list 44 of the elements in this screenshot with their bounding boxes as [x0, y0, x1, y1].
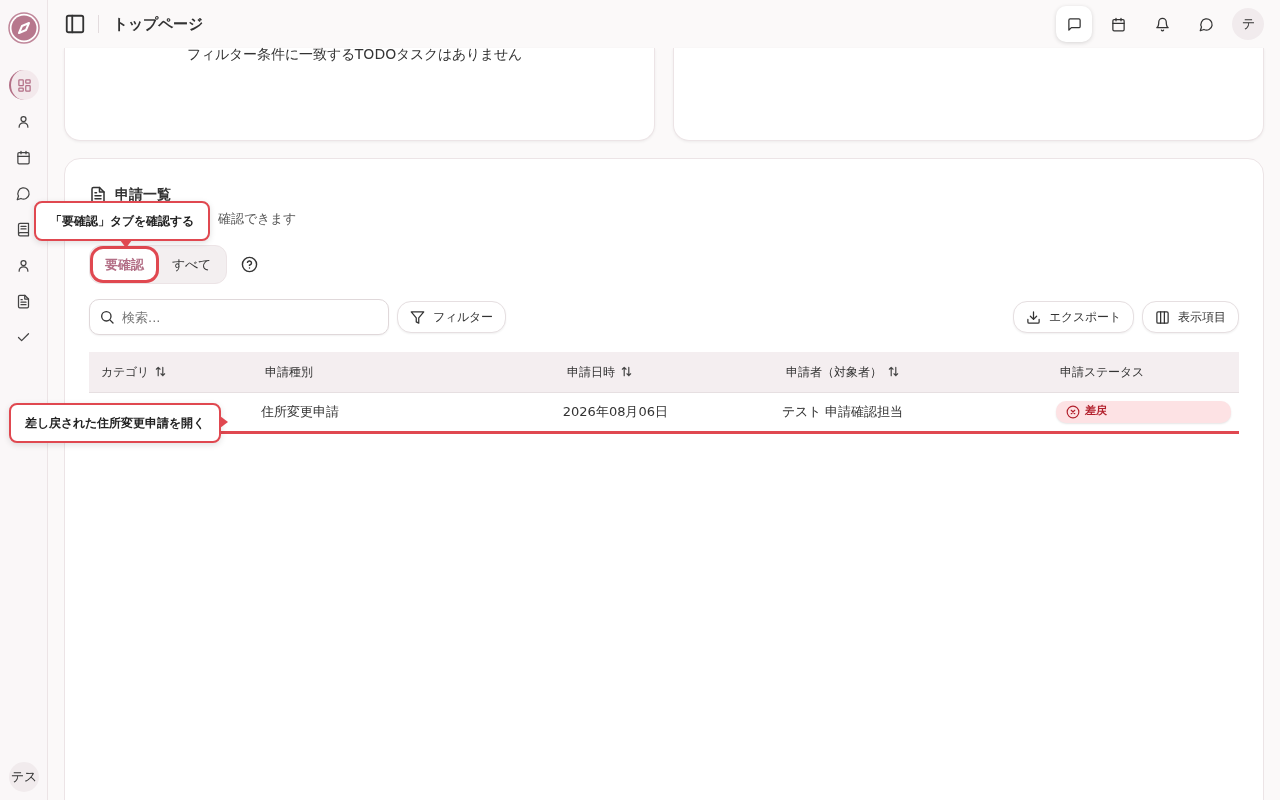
column-header[interactable]: 申請者（対象者） [786, 362, 883, 381]
columns-icon [1155, 309, 1170, 325]
status-badge: 差戻 [1055, 400, 1231, 423]
calendar-icon [1110, 16, 1126, 32]
chat-bubble-icon [16, 185, 31, 201]
page-title: トップページ [113, 13, 203, 35]
column-header: 申請種別 [265, 363, 314, 381]
column-header[interactable]: 申請日時 [566, 362, 615, 381]
bell-icon [1154, 16, 1170, 32]
table-cell: 住所変更申請 [261, 403, 340, 419]
column-header: 申請ステータス [1059, 363, 1144, 381]
sort-icon[interactable] [620, 366, 632, 378]
section-subtitle: 確認できます [218, 211, 296, 226]
sort-icon[interactable] [888, 366, 900, 378]
columns-button[interactable]: 表示項目 [1142, 301, 1239, 333]
filter-icon [410, 309, 425, 325]
chat-bubble-icon [1198, 16, 1214, 32]
grid-icon [17, 77, 32, 93]
compass-logo[interactable] [7, 12, 40, 44]
filter-button[interactable]: フィルター [397, 301, 506, 333]
book-icon [16, 221, 31, 237]
table-cell: テスト 申請確認担当 [782, 403, 904, 419]
document-icon [16, 293, 31, 309]
tooltip-text: 差し戻された住所変更申請を開く [24, 415, 206, 432]
column-header[interactable]: カテゴリ [101, 362, 149, 381]
help-icon[interactable] [241, 255, 258, 273]
filter-tab[interactable]: すべて [160, 248, 223, 280]
message-icon [1066, 16, 1082, 32]
export-button[interactable]: エクスポート [1013, 301, 1134, 333]
header-action-button[interactable] [1056, 6, 1092, 42]
document-icon [89, 185, 107, 204]
user-avatar[interactable]: テス [8, 762, 39, 792]
sort-icon[interactable] [155, 366, 166, 378]
search-field[interactable]: 検索... [89, 299, 389, 335]
user-avatar[interactable]: テ [1232, 8, 1264, 40]
section-title: 申請一覧 [115, 185, 171, 204]
user-icon [16, 257, 31, 273]
user-icon [16, 113, 31, 129]
filter-tab[interactable]: 要確認 [93, 248, 156, 280]
empty-message: フィルター条件に一致するTODOタスクはありません [186, 45, 523, 64]
table-cell: 2026年08月06日 [562, 403, 668, 419]
calendar-icon [16, 149, 31, 165]
download-icon [1026, 309, 1041, 325]
tooltip-text: 「要確認」タブを確認する [49, 213, 195, 230]
